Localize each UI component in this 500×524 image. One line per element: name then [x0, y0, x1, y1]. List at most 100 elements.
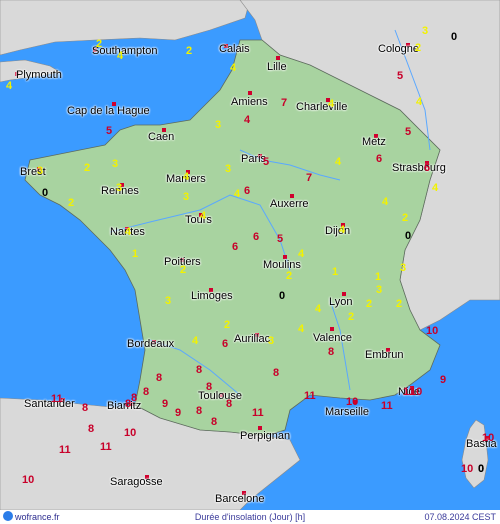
city-marker	[248, 91, 252, 95]
value-label: 8	[273, 367, 280, 379]
value-label: 4	[382, 196, 389, 208]
value-label: 2	[402, 212, 409, 224]
value-label: 8	[82, 402, 89, 414]
city-label: Metz	[362, 136, 386, 148]
city-label: Embrun	[365, 349, 404, 361]
value-label: 8	[196, 364, 203, 376]
value-label: 4	[298, 323, 305, 335]
value-label: 4	[234, 188, 241, 200]
city-label: Aurillac	[234, 333, 271, 345]
value-label: 0	[478, 463, 485, 475]
city-label: Bordeaux	[127, 338, 175, 350]
value-label: 11	[381, 400, 393, 412]
value-label: 7	[281, 97, 288, 109]
value-label: 4	[315, 303, 322, 315]
map-date: 07.08.2024 CEST	[424, 512, 496, 522]
city-label: Perpignan	[240, 430, 291, 442]
value-label: 5	[263, 156, 270, 168]
value-label: 8	[156, 372, 163, 384]
value-label: 4	[183, 171, 190, 183]
value-label: 2	[186, 45, 193, 57]
value-label: 4	[200, 210, 207, 222]
value-label: 4	[328, 98, 335, 110]
value-label: 11	[51, 393, 63, 405]
value-label: 10	[22, 474, 35, 486]
value-label: 10	[461, 463, 474, 475]
value-label: 3	[376, 284, 383, 296]
city-label: Cologne	[378, 43, 419, 55]
value-label: 1	[132, 248, 139, 260]
city-label: Cap de la Hague	[67, 105, 150, 117]
value-label: 2	[366, 298, 373, 310]
value-label: 4	[117, 50, 124, 62]
value-label: 6	[222, 338, 229, 350]
value-label: 3	[225, 163, 232, 175]
value-label: 9	[162, 398, 169, 410]
value-label: 3	[422, 25, 429, 37]
value-label: 0	[42, 187, 49, 199]
value-label: 5	[405, 126, 412, 138]
value-label: 3	[183, 191, 190, 203]
value-label: 3	[400, 262, 407, 274]
value-label: 6	[244, 185, 251, 197]
city-label: Limoges	[191, 290, 233, 302]
city-label: Lille	[267, 61, 287, 73]
value-label: 8	[143, 386, 150, 398]
value-label: 10	[346, 396, 359, 408]
value-label: 3	[215, 119, 222, 131]
value-label: 5	[277, 233, 284, 245]
value-label: 8	[125, 398, 132, 410]
value-label: 3	[268, 335, 275, 347]
value-label: 0	[451, 31, 458, 43]
city-label: Caen	[148, 131, 175, 143]
value-label: 0	[279, 290, 286, 302]
city-label: Dijon	[325, 225, 351, 237]
city-label: Tours	[185, 214, 212, 226]
value-label: 8	[206, 381, 213, 393]
value-label: 4	[416, 96, 423, 108]
value-label: 7	[306, 172, 313, 184]
value-label: 0	[405, 230, 412, 242]
value-label: 4	[6, 80, 13, 92]
value-label: 6	[253, 231, 260, 243]
value-label: 4	[125, 226, 132, 238]
value-label: 11	[252, 407, 264, 419]
corsica-land	[461, 419, 489, 489]
value-label: 4	[244, 114, 251, 126]
city-label: Auxerre	[270, 198, 309, 210]
value-label: 2	[348, 311, 355, 323]
city-label: Moulins	[263, 259, 301, 271]
value-label: 4	[230, 62, 237, 74]
value-label: 10	[482, 432, 495, 444]
value-label: 3	[116, 182, 123, 194]
value-label: 6	[232, 241, 239, 253]
city-label: Santander	[24, 398, 75, 410]
value-label: 2	[68, 197, 75, 209]
city-label: Plymouth	[16, 69, 62, 81]
value-label: 2	[396, 298, 403, 310]
value-label: 8	[88, 423, 95, 435]
value-label: 11	[100, 441, 112, 453]
value-label: 2	[96, 38, 103, 50]
value-label: 2	[180, 264, 187, 276]
value-label: 2	[415, 42, 422, 54]
footer-bar: wofrance.fr Durée d'insolation (Jour) [h…	[0, 510, 500, 524]
city-marker	[276, 56, 280, 60]
value-label: 10	[426, 325, 439, 337]
city-label: Calais	[219, 43, 250, 55]
value-label: 9	[440, 374, 447, 386]
value-label: 3	[165, 295, 172, 307]
value-label: 11	[304, 390, 316, 402]
value-label: 2	[286, 270, 293, 282]
city-label: Valence	[313, 332, 352, 344]
value-label: 3	[37, 165, 44, 177]
city-label: Barcelone	[215, 493, 265, 505]
value-label: 4	[298, 248, 305, 260]
value-label: 5	[397, 70, 404, 82]
value-label: 1	[375, 271, 382, 283]
value-label: 9	[175, 407, 182, 419]
value-label: 5	[106, 125, 113, 137]
value-label: 3	[112, 158, 119, 170]
value-label: 8	[226, 398, 233, 410]
value-label: 8	[328, 346, 335, 358]
